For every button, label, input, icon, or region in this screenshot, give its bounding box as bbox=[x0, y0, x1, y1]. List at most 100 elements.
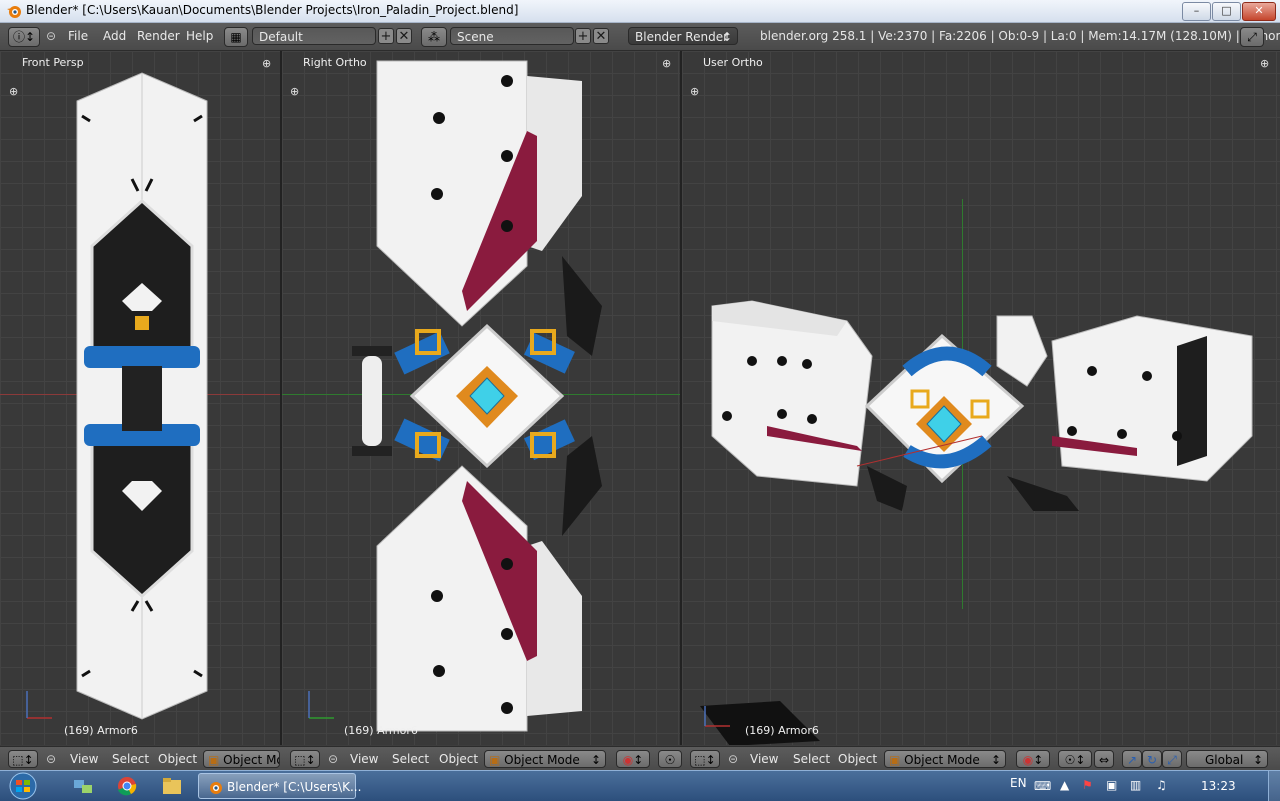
updown-arrow-icon: ↕ bbox=[990, 753, 1001, 767]
translate-manipulator-button[interactable]: ↗ bbox=[1122, 750, 1142, 768]
pivot-icon: ☉ bbox=[664, 753, 676, 767]
collapse-menu-icon[interactable]: ⊝ bbox=[46, 29, 56, 43]
collapse-menu-icon[interactable]: ⊝ bbox=[328, 752, 338, 766]
cube-icon: ▣ bbox=[208, 753, 220, 767]
toolshelf-toggle-icon[interactable]: ⊕ bbox=[290, 85, 299, 98]
show-hidden-icons-icon[interactable]: ▲ bbox=[1060, 778, 1069, 792]
network-icon[interactable]: ▥ bbox=[1130, 778, 1141, 792]
viewport-shading-select[interactable]: ◉↕ bbox=[616, 750, 650, 768]
region-toggle-icon[interactable]: ⊕ bbox=[262, 57, 271, 70]
armor-model-user bbox=[711, 300, 1253, 511]
language-indicator[interactable]: EN bbox=[1010, 776, 1027, 790]
shading-icon: ◉ bbox=[1022, 753, 1034, 767]
mode-label: Object Mode bbox=[504, 753, 580, 767]
collapse-menu-icon[interactable]: ⊝ bbox=[728, 752, 738, 766]
remove-screen-button[interactable]: ✕ bbox=[396, 28, 412, 44]
menu-help[interactable]: Help bbox=[186, 29, 213, 43]
axis-gizmo-icon bbox=[700, 701, 820, 745]
viewport-header-right: ⬚↕ ⊝ View Select Object ▣ Object Mode ↕ … bbox=[282, 746, 682, 771]
show-desktop-button[interactable] bbox=[1268, 771, 1280, 801]
menu-object[interactable]: Object bbox=[439, 752, 478, 766]
folder-icon[interactable] bbox=[161, 776, 183, 796]
transform-orientation-select[interactable]: Global ↕ bbox=[1186, 750, 1268, 768]
shading-icon: ◉ bbox=[622, 753, 634, 767]
menu-add[interactable]: Add bbox=[103, 29, 126, 43]
info-icon: ⓘ↕ bbox=[12, 30, 36, 44]
minimize-button[interactable]: – bbox=[1182, 2, 1211, 21]
pivot-icon: ☉ bbox=[1064, 753, 1076, 767]
menu-object[interactable]: Object bbox=[158, 752, 197, 766]
manipulator-toggle[interactable]: ⇔ bbox=[1094, 750, 1114, 768]
region-toggle-icon[interactable]: ⊕ bbox=[662, 57, 671, 70]
menu-render[interactable]: Render bbox=[137, 29, 180, 43]
scene-icon: ⁂ bbox=[428, 30, 440, 44]
action-center-icon[interactable]: ⚑ bbox=[1082, 778, 1093, 792]
viewport-header-user: ⬚↕ ⊝ View Select Object ▣ Object Mode ↕ … bbox=[682, 746, 1280, 771]
scale-manipulator-button[interactable]: ⤢ bbox=[1162, 750, 1182, 768]
menu-view[interactable]: View bbox=[350, 752, 378, 766]
screen-layout-field[interactable]: Default bbox=[252, 27, 376, 45]
screen-layout-icon-button[interactable]: ▦ bbox=[224, 27, 248, 47]
network-app-icon[interactable] bbox=[72, 776, 94, 796]
device-icon[interactable]: ▣ bbox=[1106, 778, 1117, 792]
mode-label: Object Mode bbox=[904, 753, 980, 767]
updown-arrow-icon: ↕ bbox=[721, 30, 732, 44]
scene-field[interactable]: Scene bbox=[450, 27, 574, 45]
render-engine-select[interactable]: Blender Render ↕ bbox=[628, 27, 738, 45]
pivot-select[interactable]: ☉↕ bbox=[1058, 750, 1092, 768]
3d-view-icon: ⬚↕ bbox=[694, 753, 716, 767]
editor-type-button[interactable]: ⬚↕ bbox=[690, 750, 720, 768]
clock[interactable]: 13:23 bbox=[1201, 779, 1236, 793]
menu-view[interactable]: View bbox=[70, 752, 98, 766]
taskbar-blender-button[interactable]: Blender* [C:\Users\K... bbox=[198, 773, 361, 799]
chrome-icon[interactable] bbox=[116, 776, 138, 796]
close-button[interactable]: ✕ bbox=[1242, 2, 1276, 21]
axis-gizmo-icon bbox=[26, 691, 52, 719]
viewport-shading-select[interactable]: ◉↕ bbox=[1016, 750, 1050, 768]
toolshelf-toggle-icon[interactable]: ⊕ bbox=[9, 85, 18, 98]
3d-view-icon: ⬚↕ bbox=[12, 753, 34, 767]
x-icon: ✕ bbox=[398, 29, 410, 44]
cube-icon: ▣ bbox=[489, 753, 501, 767]
region-toggle-icon[interactable]: ⊕ bbox=[1260, 57, 1269, 70]
collapse-menu-icon[interactable]: ⊝ bbox=[46, 752, 56, 766]
menu-select[interactable]: Select bbox=[392, 752, 429, 766]
layout-icon: ▦ bbox=[230, 30, 242, 44]
mode-select[interactable]: ▣ Object Mode ↕ bbox=[484, 750, 606, 768]
mode-select[interactable]: ▣ Object Mode ↕ bbox=[884, 750, 1006, 768]
blender-logo-icon bbox=[210, 782, 222, 794]
minimize-icon: – bbox=[1193, 4, 1200, 17]
add-screen-button[interactable]: + bbox=[378, 28, 394, 44]
editor-type-button[interactable]: ⬚↕ bbox=[290, 750, 320, 768]
viewport-right-ortho[interactable]: Right Ortho ⊕ ⊕ (169) Armor6 bbox=[282, 51, 682, 745]
window-title: Blender* [C:\Users\Kauan\Documents\Blend… bbox=[26, 3, 519, 17]
toolshelf-toggle-icon[interactable]: ⊕ bbox=[690, 85, 699, 98]
menu-file[interactable]: File bbox=[68, 29, 88, 43]
menu-select[interactable]: Select bbox=[112, 752, 149, 766]
menu-view[interactable]: View bbox=[750, 752, 778, 766]
start-button[interactable] bbox=[4, 772, 42, 800]
fullscreen-button[interactable]: ⤢ bbox=[1240, 27, 1264, 47]
editor-type-button[interactable]: ⬚↕ bbox=[8, 750, 38, 768]
remove-scene-button[interactable]: ✕ bbox=[593, 28, 609, 44]
mode-select[interactable]: ▣ Object Mod bbox=[203, 750, 280, 768]
scene-icon-button[interactable]: ⁂ bbox=[421, 27, 447, 47]
editor-type-button[interactable]: ⓘ↕ bbox=[8, 27, 40, 47]
menu-object[interactable]: Object bbox=[838, 752, 877, 766]
3d-view-icon: ⬚↕ bbox=[294, 753, 316, 767]
viewport-front-persp[interactable]: Front Persp ⊕ ⊕ (169) Armor6 bbox=[0, 51, 282, 745]
menu-select[interactable]: Select bbox=[793, 752, 830, 766]
pivot-button[interactable]: ☉ bbox=[658, 750, 682, 768]
add-scene-button[interactable]: + bbox=[575, 28, 591, 44]
viewport-label: User Ortho bbox=[703, 56, 763, 69]
maximize-button[interactable]: □ bbox=[1212, 2, 1241, 21]
rotate-manipulator-button[interactable]: ↻ bbox=[1142, 750, 1162, 768]
object-info: (169) Armor6 bbox=[64, 724, 138, 737]
manipulator-icon: ⇔ bbox=[1098, 753, 1110, 767]
close-icon: ✕ bbox=[1254, 4, 1264, 17]
viewport-user-ortho[interactable]: User Ortho ⊕ ⊕ (169) Armor6 bbox=[682, 51, 1280, 745]
volume-icon[interactable]: ♫ bbox=[1156, 778, 1167, 792]
info-header: ⓘ↕ ⊝ File Add Render Help ▦ Default + ✕ … bbox=[0, 23, 1280, 51]
keyboard-icon[interactable]: ⌨ bbox=[1034, 779, 1051, 793]
x-icon: ✕ bbox=[595, 29, 607, 44]
